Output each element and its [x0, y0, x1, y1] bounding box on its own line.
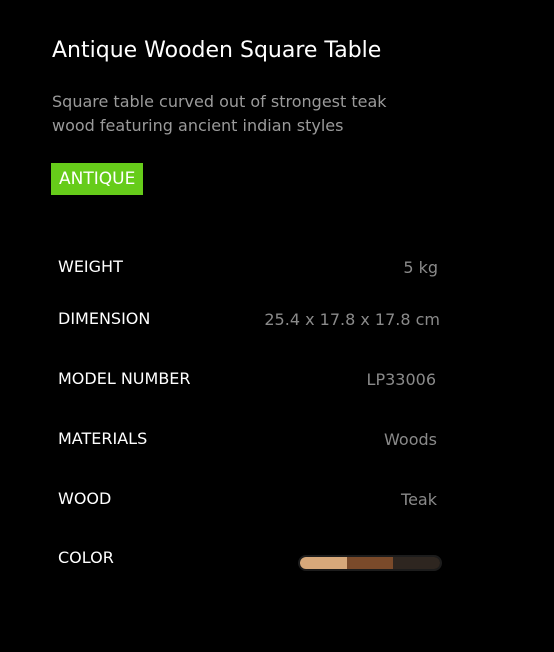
spec-label-dimension: DIMENSION: [58, 309, 151, 328]
color-swatch-medium[interactable]: [346, 557, 394, 569]
spec-label-materials: MATERIALS: [58, 429, 148, 448]
spec-value-materials: Woods: [384, 430, 437, 449]
product-title: Antique Wooden Square Table: [52, 38, 382, 63]
spec-label-weight: WEIGHT: [58, 257, 123, 276]
antique-badge: ANTIQUE: [51, 163, 144, 195]
spec-label-model-number: MODEL NUMBER: [58, 369, 191, 388]
spec-value-weight: 5 kg: [403, 258, 438, 277]
color-swatch-bar: [300, 557, 440, 569]
spec-label-color: COLOR: [58, 548, 114, 567]
spec-value-wood: Teak: [401, 490, 437, 509]
spec-label-wood: WOOD: [58, 489, 112, 508]
product-description: Square table curved out of strongest tea…: [52, 92, 387, 135]
color-swatch-dark[interactable]: [393, 557, 440, 569]
spec-value-dimension: 25.4 x 17.8 x 17.8 cm: [264, 310, 440, 329]
spec-value-model-number: LP33006: [366, 370, 436, 389]
color-swatch-light[interactable]: [300, 557, 347, 569]
